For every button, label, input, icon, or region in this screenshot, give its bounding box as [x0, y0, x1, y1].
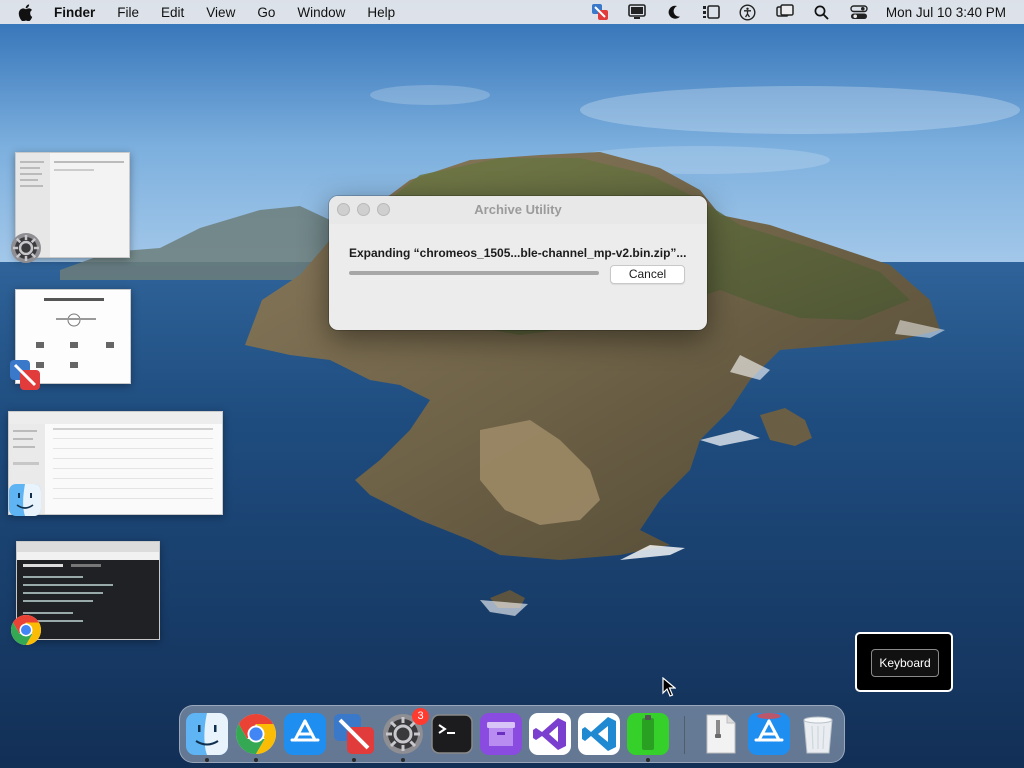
progress-bar [349, 271, 599, 275]
menu-edit[interactable]: Edit [161, 5, 184, 20]
menubar-clock[interactable]: Mon Jul 10 3:40 PM [886, 5, 1006, 20]
dock-app-store-icon[interactable] [283, 712, 327, 756]
display-icon[interactable] [625, 0, 649, 24]
menu-help[interactable]: Help [367, 5, 395, 20]
notification-badge: 3 [412, 708, 429, 725]
dock-trash-icon[interactable] [796, 712, 840, 756]
dock-system-settings-item[interactable]: 3 [381, 708, 429, 756]
running-indicator [205, 758, 209, 762]
expanding-message: Expanding “chromeos_1505...ble-channel_m… [349, 246, 687, 260]
window-titlebar[interactable]: Archive Utility [329, 196, 707, 224]
dock-archive-utility-icon[interactable] [479, 712, 523, 756]
running-indicator [352, 758, 356, 762]
dock: 3 [179, 705, 845, 763]
screen-mirroring-icon[interactable] [773, 0, 797, 24]
accessibility-icon[interactable] [736, 0, 760, 24]
stage-manager-icon[interactable] [699, 0, 723, 24]
system-settings-icon [11, 233, 41, 263]
menu-go[interactable]: Go [257, 5, 275, 20]
archive-utility-window: Archive Utility Expanding “chromeos_1505… [329, 196, 707, 330]
dock-document-file-icon[interactable] [698, 712, 742, 756]
menu-file[interactable]: File [117, 5, 139, 20]
vmware-fusion-icon[interactable] [588, 0, 612, 24]
dock-vmware-fusion-icon[interactable] [332, 712, 376, 756]
dock-chrome-icon[interactable] [234, 712, 278, 756]
keyboard-button[interactable]: Keyboard [871, 649, 939, 677]
menu-app-name[interactable]: Finder [54, 5, 95, 20]
dock-terminal-icon[interactable] [430, 712, 474, 756]
cancel-button[interactable]: Cancel [610, 265, 685, 284]
progress-fill [349, 271, 599, 275]
dock-android-file-transfer-icon[interactable] [626, 712, 670, 756]
dock-separator [684, 716, 685, 754]
menu-view[interactable]: View [206, 5, 235, 20]
menu-window[interactable]: Window [297, 5, 345, 20]
dock-vscode-icon[interactable] [577, 712, 621, 756]
mouse-cursor-icon [662, 677, 676, 697]
running-indicator [401, 758, 405, 762]
menu-bar: Finder File Edit View Go Window Help Mon… [0, 0, 1024, 24]
control-center-icon[interactable] [847, 0, 871, 24]
vmware-fusion-icon [10, 360, 40, 390]
dock-visual-studio-icon[interactable] [528, 712, 572, 756]
dock-finder-icon[interactable] [185, 712, 229, 756]
window-title: Archive Utility [474, 202, 562, 217]
focus-moon-icon[interactable] [662, 0, 686, 24]
spotlight-search-icon[interactable] [810, 0, 834, 24]
running-indicator [646, 758, 650, 762]
finder-icon [9, 484, 41, 516]
running-indicator [254, 758, 258, 762]
apple-icon[interactable] [18, 3, 36, 21]
chrome-icon [10, 615, 42, 645]
dock-app-store-installer-icon[interactable] [747, 712, 791, 756]
keyboard-overlay: Keyboard [855, 632, 953, 692]
